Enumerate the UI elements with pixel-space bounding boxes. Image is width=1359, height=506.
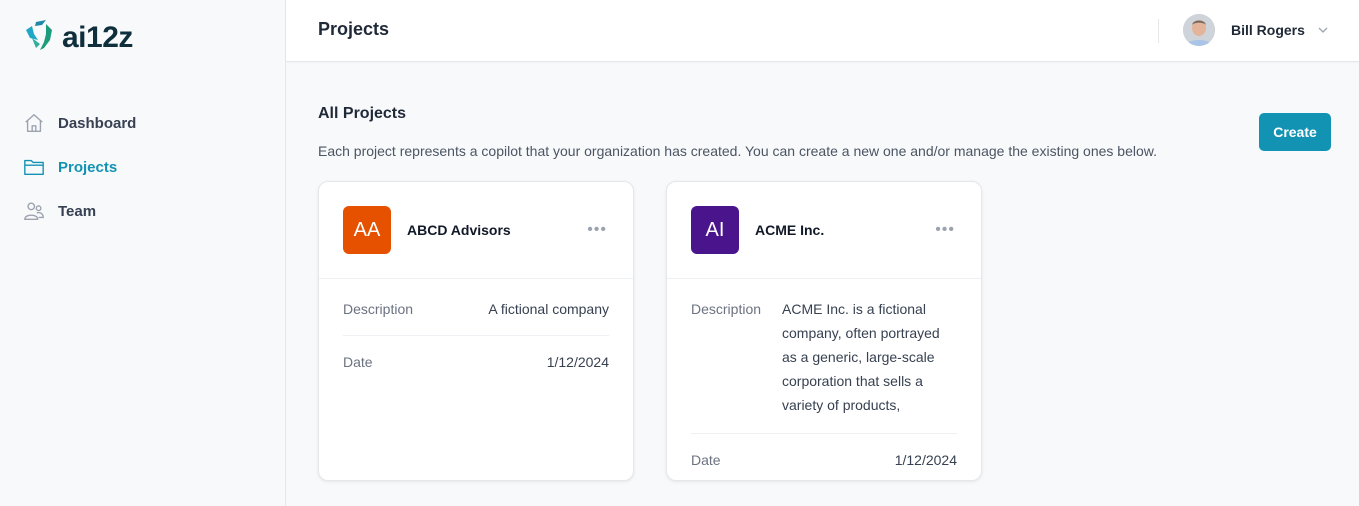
description-label: Description xyxy=(343,301,414,317)
project-badge: AA xyxy=(343,206,391,254)
description-row: Description ACME Inc. is a fictional com… xyxy=(691,279,957,434)
date-row: Date 1/12/2024 xyxy=(343,336,609,372)
date-value: 1/12/2024 xyxy=(894,452,957,468)
user-menu[interactable]: Bill Rogers xyxy=(1183,14,1329,46)
sidebar-item-dashboard[interactable]: Dashboard xyxy=(22,110,136,136)
project-name[interactable]: ACME Inc. xyxy=(755,222,824,238)
sidebar-nav: Dashboard Projects Team xyxy=(22,110,136,242)
date-label: Date xyxy=(343,354,373,370)
sidebar-item-projects[interactable]: Projects xyxy=(22,154,136,180)
project-name[interactable]: ABCD Advisors xyxy=(407,222,511,238)
description-label: Description xyxy=(691,301,762,317)
section-description: Each project represents a copilot that y… xyxy=(318,143,1157,159)
chevron-down-icon xyxy=(1317,24,1329,36)
card-header: AA ABCD Advisors ••• xyxy=(319,182,633,279)
date-label: Date xyxy=(691,452,721,468)
project-badge: AI xyxy=(691,206,739,254)
ellipsis-icon[interactable]: ••• xyxy=(935,220,955,240)
card-body: Description A fictional company Date 1/1… xyxy=(319,279,633,372)
header-divider xyxy=(1158,19,1159,43)
sidebar-item-team[interactable]: Team xyxy=(22,198,136,224)
description-value: A fictional company xyxy=(488,301,609,317)
folder-icon xyxy=(22,155,46,179)
brand-logo[interactable]: ai12z xyxy=(22,16,133,59)
brand-name: ai12z xyxy=(62,20,133,54)
page-title: Projects xyxy=(318,19,390,39)
top-bar: Projects Bill Rogers xyxy=(286,0,1359,62)
user-name: Bill Rogers xyxy=(1231,22,1305,38)
sidebar: ai12z Dashboard Projects Team xyxy=(0,0,286,506)
date-row: Date 1/12/2024 xyxy=(691,434,957,470)
description-row: Description A fictional company xyxy=(343,279,609,336)
project-card[interactable]: AI ACME Inc. ••• Description ACME Inc. i… xyxy=(666,181,982,481)
project-card[interactable]: AA ABCD Advisors ••• Description A ficti… xyxy=(318,181,634,481)
sidebar-item-label: Team xyxy=(58,202,97,220)
home-icon xyxy=(22,111,46,135)
logo-icon xyxy=(22,16,60,59)
card-header: AI ACME Inc. ••• xyxy=(667,182,981,279)
ellipsis-icon[interactable]: ••• xyxy=(587,220,607,240)
users-icon xyxy=(22,199,46,223)
card-body: Description ACME Inc. is a fictional com… xyxy=(667,279,981,470)
sidebar-item-label: Dashboard xyxy=(58,114,137,132)
sidebar-item-label: Projects xyxy=(58,158,118,176)
avatar xyxy=(1183,14,1215,46)
section-title: All Projects xyxy=(318,105,407,122)
date-value: 1/12/2024 xyxy=(546,354,609,370)
create-button[interactable]: Create xyxy=(1259,113,1331,151)
description-value: ACME Inc. is a fictional company, often … xyxy=(782,301,940,413)
